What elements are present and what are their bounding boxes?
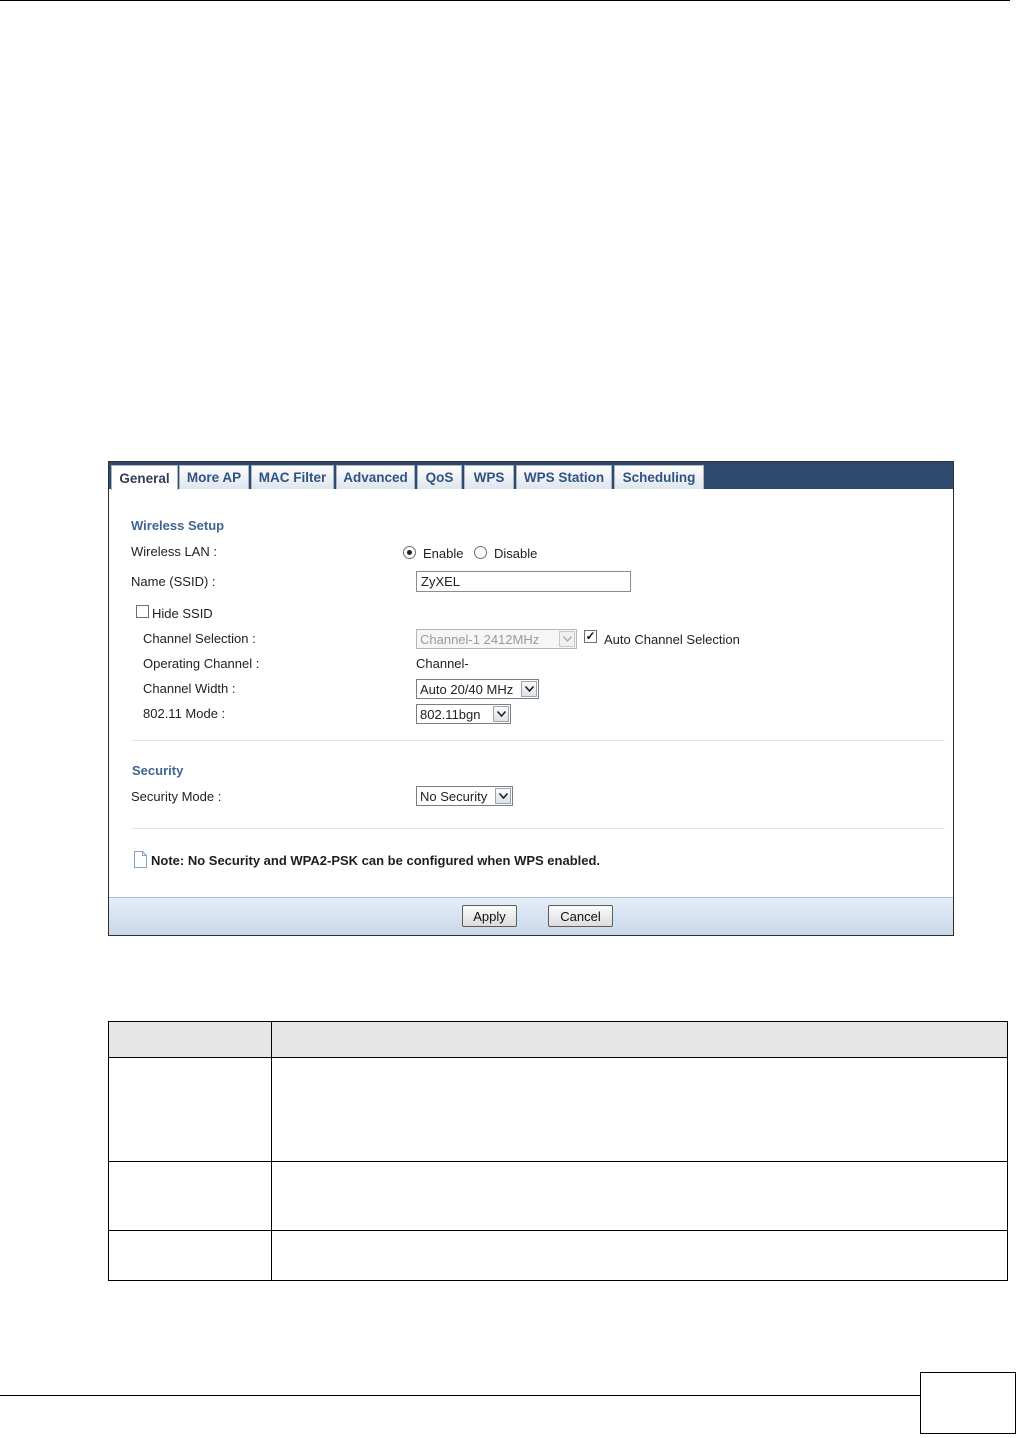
tab-wps-station[interactable]: WPS Station — [516, 465, 612, 489]
wireless-lan-enable-radio[interactable] — [403, 546, 416, 559]
channel-width-select[interactable]: Auto 20/40 MHz — [416, 679, 539, 699]
page-bottom-rule — [0, 1395, 920, 1396]
table-header — [109, 1022, 1007, 1058]
operating-channel-label: Operating Channel : — [143, 656, 260, 671]
tab-mac-filter[interactable]: MAC Filter — [251, 465, 334, 489]
tab-wps[interactable]: WPS — [464, 465, 514, 489]
chevron-down-icon — [495, 788, 511, 804]
mode-label: 802.11 Mode : — [143, 706, 226, 721]
section-divider — [131, 740, 945, 741]
channel-width-value: Auto 20/40 MHz — [420, 681, 514, 697]
page-number-box — [920, 1372, 1016, 1434]
hide-ssid-label: Hide SSID — [152, 606, 213, 621]
auto-channel-checkbox[interactable]: ✓ — [584, 630, 597, 643]
auto-channel-label: Auto Channel Selection — [604, 632, 740, 647]
tab-more-ap[interactable]: More AP — [179, 465, 249, 489]
wps-note: Note: No Security and WPA2-PSK can be co… — [151, 853, 601, 868]
tab-bar: General More AP MAC Filter Advanced QoS … — [109, 462, 953, 490]
channel-selection-value: Channel-1 2412MHz — [420, 631, 540, 647]
wireless-setup-title: Wireless Setup — [131, 518, 225, 533]
channel-width-label: Channel Width : — [143, 681, 236, 696]
enable-label: Enable — [423, 546, 464, 561]
mode-value: 802.11bgn — [420, 706, 481, 722]
channel-selection-label: Channel Selection : — [143, 631, 256, 646]
table-row-divider — [109, 1230, 1007, 1231]
operating-channel-value: Channel- — [416, 656, 469, 671]
security-mode-label: Security Mode : — [131, 789, 222, 804]
tab-scheduling[interactable]: Scheduling — [614, 465, 704, 489]
tab-qos[interactable]: QoS — [417, 465, 462, 489]
tab-general[interactable]: General — [111, 465, 178, 490]
description-table — [108, 1021, 1008, 1281]
hide-ssid-checkbox[interactable] — [136, 605, 149, 618]
tab-advanced[interactable]: Advanced — [336, 465, 415, 489]
channel-selection-select[interactable]: Channel-1 2412MHz — [416, 629, 577, 649]
disable-label: Disable — [494, 546, 538, 561]
wireless-lan-label: Wireless LAN : — [131, 544, 217, 559]
table-row-divider — [109, 1161, 1007, 1162]
section-divider — [131, 828, 945, 829]
wireless-general-panel: General More AP MAC Filter Advanced QoS … — [108, 461, 954, 936]
ssid-label: Name (SSID) : — [131, 574, 216, 589]
chevron-down-icon — [493, 706, 509, 722]
wireless-lan-disable-radio[interactable] — [474, 546, 487, 559]
ssid-input[interactable] — [416, 571, 631, 592]
security-title: Security — [132, 763, 184, 778]
chevron-down-icon — [521, 681, 537, 697]
cancel-button[interactable]: Cancel — [548, 905, 613, 927]
apply-button[interactable]: Apply — [462, 905, 517, 927]
button-bar: Apply Cancel — [109, 897, 953, 935]
chevron-down-icon — [559, 631, 575, 647]
note-icon — [134, 851, 147, 873]
security-mode-select[interactable]: No Security — [416, 786, 513, 806]
security-mode-value: No Security — [420, 788, 488, 804]
page-top-rule — [0, 0, 1010, 1]
mode-select[interactable]: 802.11bgn — [416, 704, 511, 724]
table-column-divider — [271, 1022, 272, 1280]
